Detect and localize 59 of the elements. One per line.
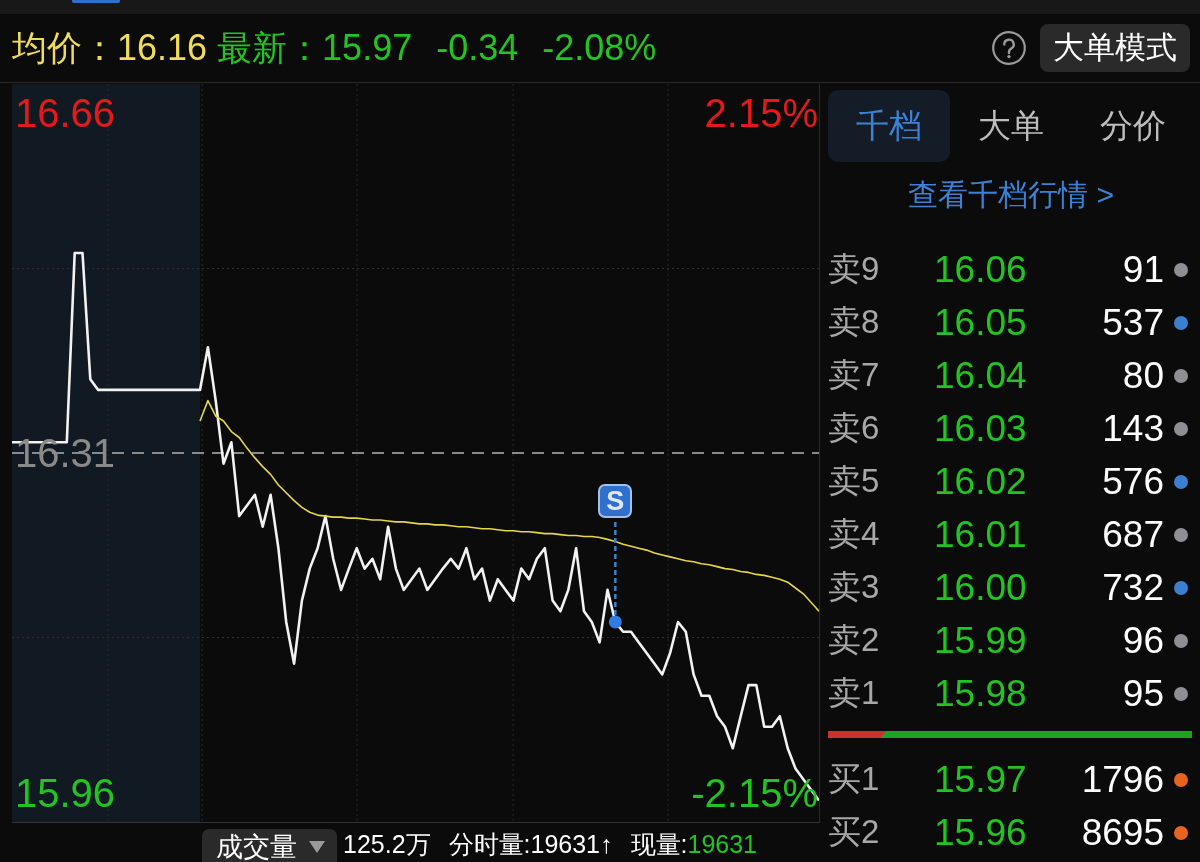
caret-icon [309, 841, 325, 853]
current-volume-label: 现量: [630, 829, 688, 859]
tick-volume: 分时量:19631↑ [448, 829, 613, 859]
level-label: 卖4 [828, 514, 881, 554]
order-volume: 96 [1121, 619, 1164, 662]
help-icon[interactable] [992, 31, 1026, 65]
volume-total: 125.2万 [343, 829, 431, 859]
level-label: 卖7 [828, 355, 881, 395]
average-price-value: 16.16 [117, 26, 208, 70]
level-label: 卖9 [828, 249, 881, 289]
marker-pin-icon [608, 522, 622, 629]
level-label: 卖8 [828, 302, 881, 342]
current-volume-value: 19631 [687, 829, 757, 859]
level-label: 买1 [828, 759, 881, 799]
order-price: 15.99 [934, 619, 1028, 662]
volume-selector-button[interactable]: 成交量 [202, 829, 337, 862]
order-price: 16.05 [934, 301, 1028, 344]
level-label: 卖1 [828, 673, 881, 713]
order-volume: 687 [1101, 513, 1164, 556]
order-price: 16.00 [934, 566, 1028, 609]
latest-price-label: 最新： [217, 27, 323, 69]
order-volume: 143 [1101, 407, 1164, 450]
order-price: 16.01 [934, 513, 1028, 556]
order-volume: 8695 [1080, 811, 1164, 854]
level-label: 买2 [828, 812, 881, 852]
view-depth-link[interactable]: 查看千档行情 > [828, 176, 1194, 214]
order-volume: 91 [1121, 248, 1164, 291]
order-price: 16.04 [934, 354, 1028, 397]
order-book-tab[interactable]: 分价 [1072, 90, 1194, 162]
price-axis-label: 15.96 [15, 769, 116, 816]
order-book-tab[interactable]: 千档 [828, 90, 950, 162]
level-label: 卖2 [828, 620, 881, 660]
order-volume: 576 [1101, 460, 1164, 503]
price-axis-label: 16.66 [15, 90, 116, 137]
order-price: 16.06 [934, 248, 1028, 291]
order-volume: 732 [1101, 566, 1164, 609]
average-price-label: 均价： [12, 27, 117, 69]
order-price: 15.97 [934, 758, 1028, 801]
order-book-tab[interactable]: 大单 [950, 90, 1072, 162]
percent-axis-label: 2.15% [704, 89, 818, 136]
level-label: 卖6 [828, 408, 881, 448]
tab-indicator [72, 0, 120, 3]
level-label: 卖3 [828, 567, 881, 607]
order-volume: 80 [1121, 354, 1164, 397]
level-label: 卖5 [828, 461, 881, 501]
price-change: -0.34 [436, 26, 519, 70]
percent-axis-label: -2.15% [691, 770, 818, 817]
price-axis-label: 16.31 [15, 430, 116, 476]
order-price: 16.03 [934, 407, 1028, 450]
percent-change: -2.08% [542, 26, 657, 70]
mode-button[interactable]: 大单模式 [1040, 24, 1190, 72]
signal-marker[interactable]: S [598, 484, 633, 518]
order-price: 15.98 [934, 672, 1028, 715]
order-volume: 95 [1121, 672, 1164, 715]
order-volume: 1796 [1080, 758, 1164, 801]
order-price: 15.96 [934, 811, 1028, 854]
order-price: 16.02 [934, 460, 1028, 503]
order-volume: 537 [1101, 301, 1164, 344]
latest-price-value: 15.97 [322, 26, 413, 70]
